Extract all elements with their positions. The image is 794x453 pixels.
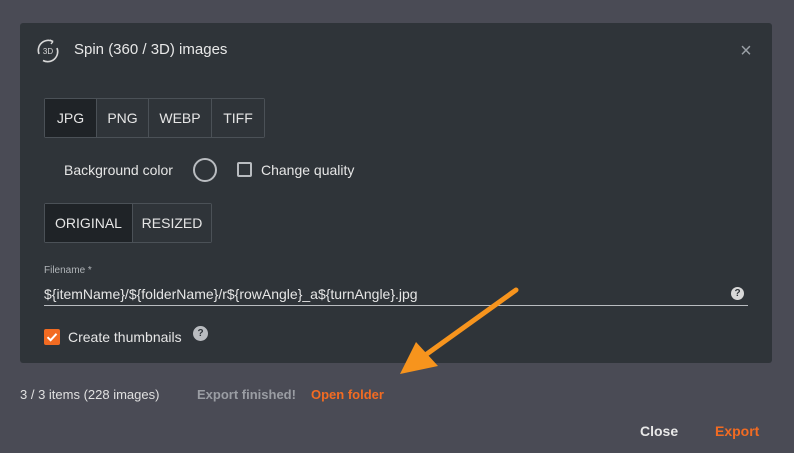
size-original-button[interactable]: ORIGINAL — [45, 204, 133, 242]
background-color-label: Background color — [64, 162, 173, 178]
size-resized-button[interactable]: RESIZED — [133, 204, 211, 242]
change-quality-label[interactable]: Change quality — [261, 162, 354, 178]
export-dialog-page: 3D Spin (360 / 3D) images × JPG PNG WEBP… — [0, 0, 794, 453]
annotation-arrow-icon — [400, 287, 519, 374]
filename-label: Filename * — [44, 265, 92, 276]
size-selector: ORIGINAL RESIZED — [44, 203, 212, 243]
close-icon[interactable]: × — [736, 41, 756, 61]
spin-icon-text: 3D — [43, 47, 53, 56]
format-selector: JPG PNG WEBP TIFF — [44, 98, 265, 138]
close-button[interactable]: Close — [640, 423, 678, 439]
format-tiff-button[interactable]: TIFF — [212, 99, 264, 137]
thumbnails-help-icon[interactable]: ? — [193, 326, 208, 341]
spin-3d-icon: 3D — [37, 39, 59, 63]
format-jpg-button[interactable]: JPG — [45, 99, 97, 137]
export-button[interactable]: Export — [715, 423, 759, 439]
items-count: 3 / 3 items (228 images) — [20, 387, 160, 402]
format-webp-button[interactable]: WEBP — [149, 99, 212, 137]
card-header: 3D Spin (360 / 3D) images × — [20, 23, 772, 79]
create-thumbnails-label[interactable]: Create thumbnails — [68, 329, 182, 345]
export-status-message: Export finished! — [197, 387, 296, 402]
filename-help-icon[interactable]: ? — [731, 287, 744, 300]
change-quality-checkbox[interactable] — [237, 162, 252, 177]
format-png-button[interactable]: PNG — [97, 99, 149, 137]
checkmark-icon — [46, 333, 58, 342]
dialog-title: Spin (360 / 3D) images — [74, 41, 228, 58]
open-folder-link[interactable]: Open folder — [311, 387, 384, 402]
create-thumbnails-checkbox[interactable] — [44, 329, 60, 345]
background-color-picker[interactable] — [193, 158, 217, 182]
